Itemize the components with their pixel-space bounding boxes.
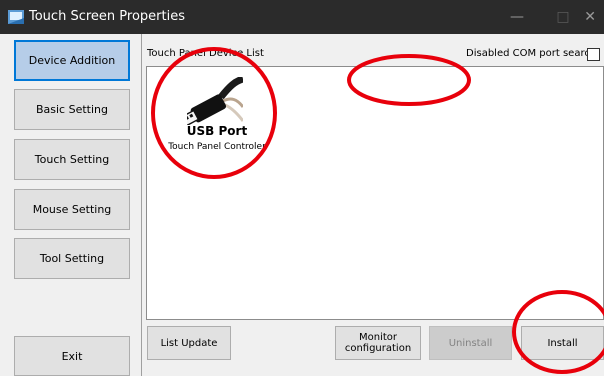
uninstall-button[interactable]: Uninstall — [429, 326, 512, 360]
com-port-search-label: Disabled COM port search — [466, 48, 597, 59]
list-update-button[interactable]: List Update — [147, 326, 231, 360]
install-button[interactable]: Install — [521, 326, 604, 360]
usb-plug-icon — [187, 77, 243, 125]
sidebar-item-tool-setting[interactable]: Tool Setting — [14, 238, 130, 279]
app-icon — [8, 10, 24, 24]
title-bar: Touch Screen Properties — □ ✕ — [0, 0, 604, 34]
sidebar-divider — [141, 34, 142, 376]
device-name-label: Touch Panel Controler — [168, 142, 266, 152]
sidebar-item-mouse-setting[interactable]: Mouse Setting — [14, 189, 130, 230]
device-list[interactable]: USB Port Touch Panel Controler — [146, 66, 604, 320]
com-port-search-checkbox[interactable] — [587, 48, 600, 61]
window-title: Touch Screen Properties — [29, 9, 185, 24]
monitor-configuration-button[interactable]: Monitor configuration — [335, 326, 421, 360]
sidebar-item-touch-setting[interactable]: Touch Setting — [14, 139, 130, 180]
exit-button[interactable]: Exit — [14, 336, 130, 376]
sidebar-item-basic-setting[interactable]: Basic Setting — [14, 89, 130, 130]
minimize-button[interactable]: — — [494, 0, 540, 34]
sidebar-item-device-addition[interactable]: Device Addition — [14, 40, 130, 81]
close-button[interactable]: ✕ — [572, 0, 604, 34]
device-type-label: USB Port — [186, 124, 248, 138]
device-list-label: Touch Panel Device List — [147, 48, 264, 59]
